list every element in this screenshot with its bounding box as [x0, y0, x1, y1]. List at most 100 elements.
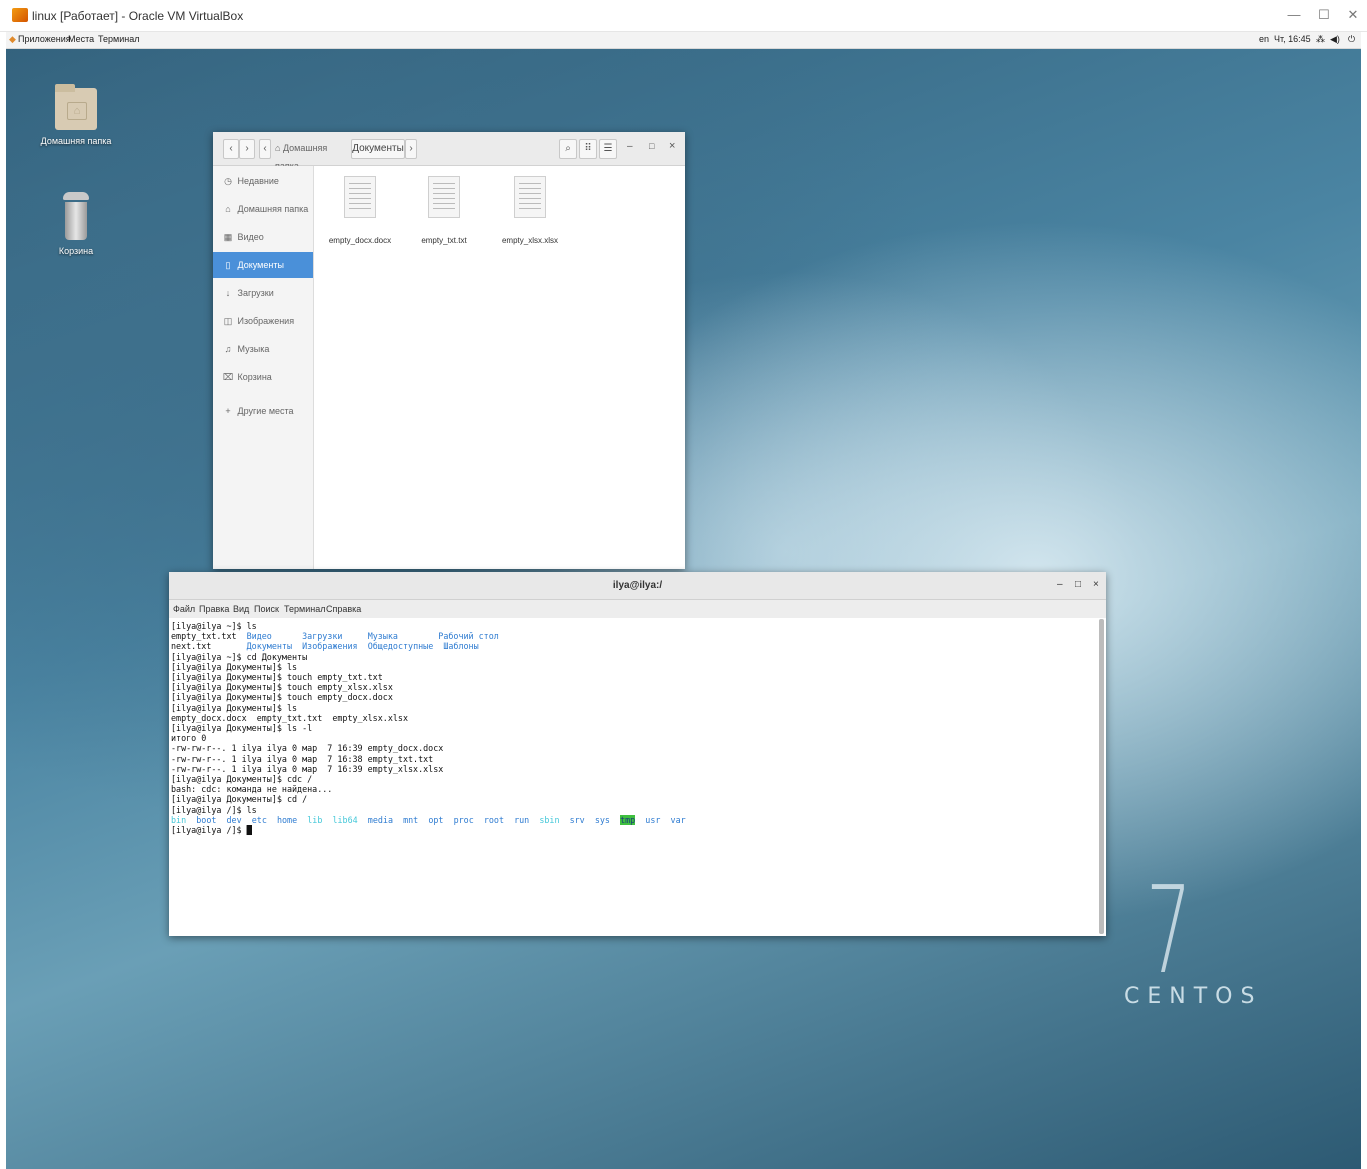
sidebar-item-label: Корзина — [237, 372, 272, 382]
minimize-button[interactable]: — — [1280, 6, 1308, 24]
sidebar-item-recent[interactable]: ◷ Недавние — [213, 168, 313, 194]
menu-file[interactable]: Файл — [173, 604, 195, 614]
menu-terminal[interactable]: Терминал — [284, 604, 325, 614]
sidebar-item-documents[interactable]: ▯ Документы — [213, 252, 313, 278]
home-folder-icon: ⌂ — [53, 82, 99, 132]
terminal-text: mnt — [403, 814, 419, 825]
sidebar-item-music[interactable]: ♫ Музыка — [213, 336, 313, 362]
power-icon[interactable]: ⏻ — [1348, 34, 1355, 45]
breadcrumb-documents[interactable]: Документы — [351, 139, 405, 159]
network-icon[interactable]: ⁂ — [1316, 34, 1325, 45]
terminal-output[interactable]: [ilya@ilya ~]$ ls empty_txt.txt Видео Заг… — [169, 619, 1097, 936]
terminal-line: -rw-rw-r--. 1 ilya ilya 0 мар 7 16:38 em… — [171, 754, 1097, 764]
applications-menu-icon: ◆ — [9, 34, 16, 44]
terminal-line: [ilya@ilya Документы]$ ls — [171, 703, 1097, 713]
desktop-icon-home[interactable]: ⌂ Домашняя папка — [26, 82, 126, 146]
trash-icon — [61, 192, 91, 242]
path-scroll-right-button[interactable]: › — [405, 139, 417, 159]
minimize-icon[interactable]: – — [1057, 579, 1063, 590]
breadcrumb-home[interactable]: ⌂ Домашняя папка — [273, 139, 351, 171]
video-icon: ▦ — [223, 232, 233, 242]
file-item[interactable]: empty_xlsx.xlsx — [494, 170, 566, 245]
sidebar-item-downloads[interactable]: ↓ Загрузки — [213, 280, 313, 306]
terminal-text: next.txt — [171, 641, 247, 652]
music-icon: ♫ — [224, 344, 232, 354]
file-manager-window: ‹ › ‹ ⌂ Домашняя папка Документы › ⌕ ⠿ ☰… — [213, 132, 685, 569]
sidebar-item-other-locations[interactable]: + Другие места — [213, 398, 313, 424]
terminal-title: ilya@ilya:/ — [612, 580, 663, 591]
close-button[interactable]: ✕ — [1339, 6, 1367, 24]
back-button[interactable]: ‹ — [223, 139, 239, 159]
terminal-text: bin — [171, 814, 187, 825]
terminal-line: [ilya@ilya /]$ ls — [171, 805, 1097, 815]
terminal-text: [ilya@ilya Документы]$ ls — [171, 702, 298, 713]
centos-version-number: 7 — [1146, 862, 1192, 1001]
terminal-line: -rw-rw-r--. 1 ilya ilya 0 мар 7 16:39 em… — [171, 743, 1097, 753]
terminal-text: [ilya@ilya ~]$ ls — [171, 621, 257, 631]
path-scroll-left-button[interactable]: ‹ — [259, 139, 271, 159]
menu-view[interactable]: Вид — [233, 604, 249, 614]
file-name: empty_docx.docx — [328, 236, 392, 245]
close-icon[interactable]: × — [669, 140, 675, 152]
file-item[interactable]: empty_docx.docx — [324, 170, 396, 245]
desktop-icon-trash-label: Корзина — [58, 246, 94, 256]
menu-edit[interactable]: Правка — [199, 604, 229, 614]
sidebar-item-label: Изображения — [237, 316, 295, 326]
terminal-text: Рабочий стол — [438, 631, 499, 642]
terminal-text: usr — [645, 814, 661, 825]
trash-icon: ⌧ — [222, 372, 234, 382]
desktop-icon-trash[interactable]: Корзина — [26, 192, 126, 256]
sidebar-item-label: Видео — [237, 232, 264, 242]
terminal-line: [ilya@ilya ~]$ cd Документы — [171, 652, 1097, 662]
menu-applications[interactable]: Приложения — [18, 34, 71, 44]
terminal-text: [ilya@ilya /]$ — [171, 825, 247, 836]
sidebar-item-videos[interactable]: ▦ Видео — [213, 224, 313, 250]
sidebar-item-home[interactable]: ⌂ Домашняя папка — [213, 196, 313, 222]
terminal-menubar: Файл Правка Вид Поиск Терминал Справка — [169, 600, 1106, 618]
maximize-icon[interactable]: □ — [1075, 579, 1081, 590]
minimize-icon[interactable]: – — [627, 141, 633, 152]
terminal-text: Изображения — [302, 641, 358, 652]
terminal-text: var — [670, 814, 686, 825]
terminal-line: [ilya@ilya ~]$ ls — [171, 621, 1097, 631]
menu-terminal[interactable]: Терминал — [98, 34, 139, 44]
keyboard-layout[interactable]: en — [1259, 34, 1269, 44]
terminal-text: opt — [428, 814, 444, 825]
terminal-line: [ilya@ilya Документы]$ touch empty_docx.… — [171, 692, 1097, 702]
volume-icon[interactable]: ◀) — [1330, 34, 1340, 45]
menu-help[interactable]: Справка — [326, 604, 361, 614]
terminal-line: итого 0 — [171, 733, 1097, 743]
terminal-line: -rw-rw-r--. 1 ilya ilya 0 мар 7 16:39 em… — [171, 764, 1097, 774]
terminal-text: dev — [226, 814, 242, 825]
terminal-text: sbin — [539, 814, 560, 825]
clock[interactable]: Чт, 16:45 — [1274, 34, 1311, 44]
forward-button[interactable]: › — [239, 139, 255, 159]
sidebar-item-pictures[interactable]: ◫ Изображения — [213, 308, 313, 334]
file-name: empty_xlsx.xlsx — [501, 236, 558, 245]
menu-search[interactable]: Поиск — [254, 604, 279, 614]
terminal-scrollbar[interactable] — [1099, 619, 1104, 934]
menu-places[interactable]: Места — [68, 34, 94, 44]
window-title: linux [Работает] - Oracle VM VirtualBox — [32, 9, 244, 23]
maximize-icon[interactable]: □ — [649, 141, 654, 151]
search-button[interactable]: ⌕ — [559, 139, 577, 159]
terminal-text: bash: cdc: команда не найдена... — [171, 784, 333, 795]
sidebar-item-trash[interactable]: ⌧ Корзина — [213, 364, 313, 390]
terminal-text: tmp — [620, 814, 636, 825]
file-item[interactable]: empty_txt.txt — [408, 170, 480, 245]
grid-view-button[interactable]: ⠿ — [579, 139, 597, 159]
maximize-button[interactable]: ☐ — [1310, 6, 1338, 24]
close-icon[interactable]: × — [1093, 579, 1099, 590]
menu-button[interactable]: ☰ — [599, 139, 617, 159]
